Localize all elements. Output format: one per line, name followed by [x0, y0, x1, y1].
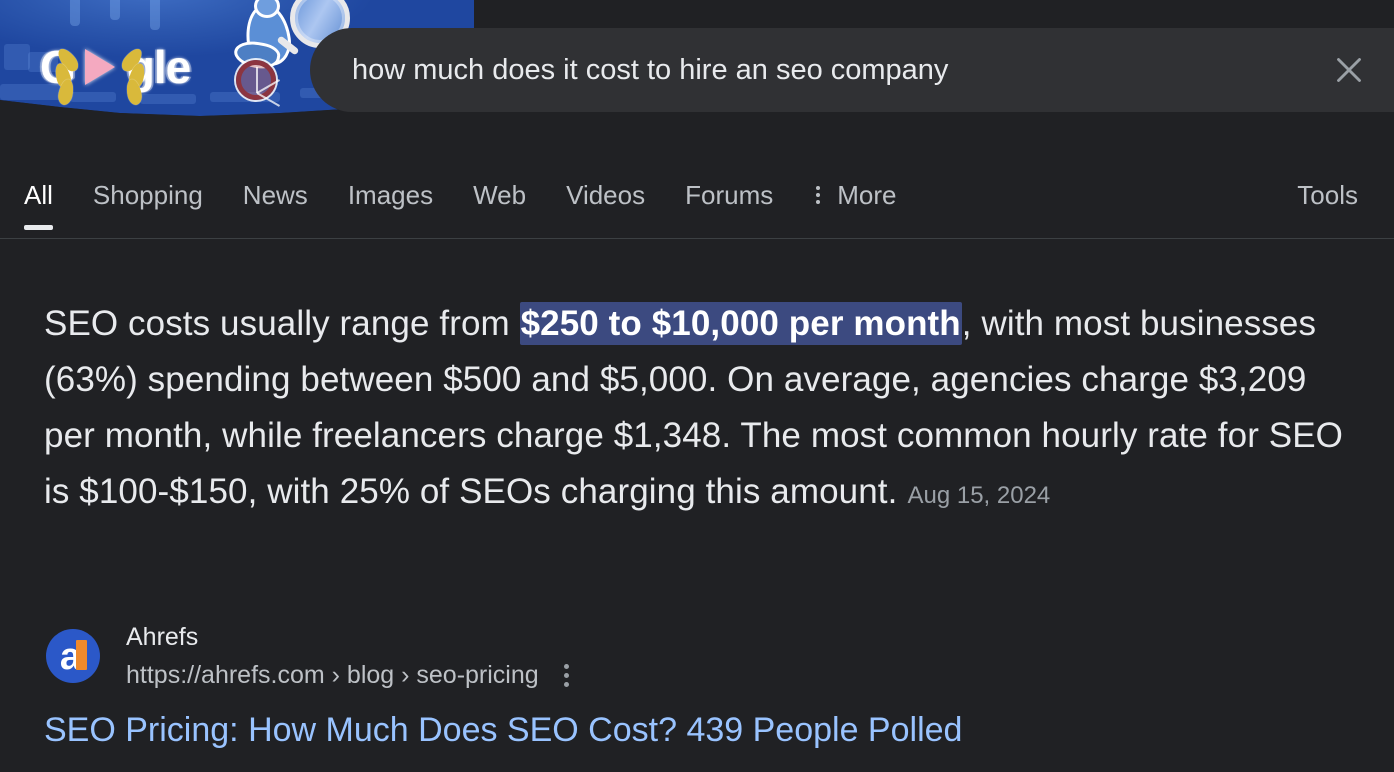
favicon-accent-bar: [76, 640, 87, 670]
doodle-google-wordmark: Ggle: [40, 38, 250, 107]
ahrefs-favicon: a: [46, 629, 100, 683]
breadcrumb: https://ahrefs.com › blog › seo-pricing: [126, 661, 539, 689]
clear-search-button[interactable]: [1304, 28, 1394, 112]
tools-button[interactable]: Tools: [1297, 160, 1358, 230]
source-url-row: https://ahrefs.com › blog › seo-pricing: [126, 658, 573, 692]
tabbar-divider: [0, 238, 1394, 239]
tab-label: Videos: [566, 180, 646, 210]
tab-images[interactable]: Images: [348, 160, 433, 230]
tab-label: Web: [473, 180, 527, 210]
tab-shopping[interactable]: Shopping: [93, 160, 203, 230]
featured-snippet: SEO costs usually range from $250 to $10…: [44, 296, 1354, 524]
page-header: Ggle: [0, 0, 1394, 131]
tab-news[interactable]: News: [243, 160, 308, 230]
search-filter-tabs: All Shopping News Images Web Videos Foru…: [0, 160, 1394, 238]
tab-forums[interactable]: Forums: [685, 160, 773, 230]
result-source[interactable]: a Ahrefs https://ahrefs.com › blog › seo…: [46, 620, 573, 692]
tab-label: News: [242, 180, 308, 210]
result-options-button[interactable]: [561, 660, 573, 691]
tab-label: All: [24, 180, 53, 210]
tab-web[interactable]: Web: [473, 160, 526, 230]
snippet-date: Aug 15, 2024: [907, 482, 1051, 509]
snippet-body: SEO costs usually range from $250 to $10…: [44, 302, 1343, 511]
more-vert-icon: [813, 183, 823, 207]
google-search-results-page: Ggle: [0, 0, 1394, 772]
tab-label: Shopping: [92, 180, 203, 210]
tab-videos[interactable]: Videos: [566, 160, 645, 230]
result-title-link[interactable]: SEO Pricing: How Much Does SEO Cost? 439…: [44, 708, 962, 752]
tab-label: More: [837, 180, 897, 210]
snippet-text-part1: SEO costs usually range from: [44, 304, 520, 343]
doodle-play-button-icon: [52, 45, 148, 107]
tab-label: Images: [347, 180, 434, 210]
source-site-name: Ahrefs: [126, 623, 199, 651]
close-icon: [1337, 58, 1361, 82]
tab-label: Forums: [685, 180, 774, 210]
tab-list: All Shopping News Images Web Videos Foru…: [24, 160, 896, 238]
tools-label: Tools: [1297, 180, 1358, 210]
source-meta: Ahrefs https://ahrefs.com › blog › seo-p…: [126, 620, 573, 692]
snippet-highlight: $250 to $10,000 per month: [519, 302, 962, 345]
tab-all[interactable]: All: [24, 160, 53, 230]
tab-more[interactable]: More: [813, 160, 896, 230]
search-input[interactable]: [310, 52, 1304, 87]
search-bar[interactable]: [310, 28, 1394, 112]
